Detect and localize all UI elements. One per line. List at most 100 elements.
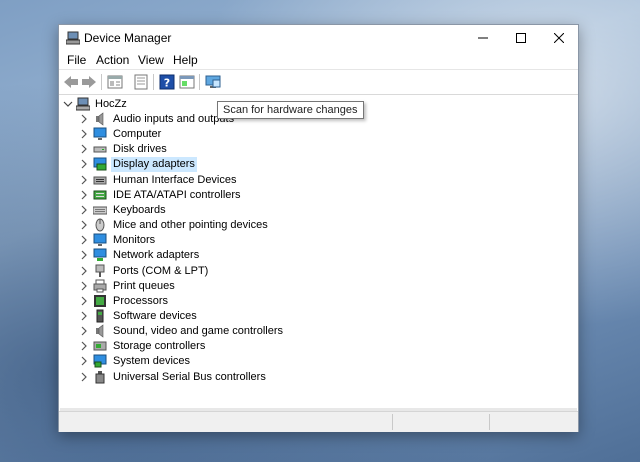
- chevron-right-icon[interactable]: [79, 175, 89, 185]
- tree-item-label: Processors: [113, 294, 169, 307]
- system-device-icon: [93, 354, 107, 368]
- software-device-icon: [96, 309, 104, 323]
- speaker-icon: [96, 112, 104, 126]
- tree-item-label: Network adapters: [113, 249, 200, 262]
- status-bar: [59, 411, 578, 432]
- toolbar: ?: [59, 69, 578, 95]
- tree-item[interactable]: IDE ATA/ATAPI controllers: [79, 188, 339, 203]
- monitor-icon: [93, 233, 107, 247]
- monitor-icon: [93, 127, 107, 141]
- back-arrow-icon[interactable]: [63, 74, 79, 90]
- tree-item-label: Monitors: [113, 234, 156, 247]
- tree-item[interactable]: Processors: [79, 294, 339, 309]
- forward-arrow-icon[interactable]: [81, 74, 97, 90]
- maximize-icon: [516, 33, 526, 43]
- processor-icon: [94, 294, 106, 307]
- maximize-button[interactable]: [502, 25, 540, 51]
- chevron-right-icon[interactable]: [79, 220, 89, 230]
- keyboard-icon: [93, 206, 107, 215]
- chevron-right-icon[interactable]: [79, 372, 89, 382]
- tree-item[interactable]: Computer: [79, 127, 339, 142]
- tree-item-label: Keyboards: [113, 203, 166, 216]
- menu-view[interactable]: View: [138, 53, 164, 67]
- chevron-right-icon[interactable]: [79, 356, 89, 366]
- hid-icon: [93, 176, 107, 185]
- tree-item[interactable]: Disk drives: [79, 142, 339, 157]
- close-button[interactable]: [540, 25, 578, 51]
- chevron-right-icon[interactable]: [79, 205, 89, 215]
- chevron-right-icon[interactable]: [79, 129, 89, 139]
- chevron-right-icon[interactable]: [79, 341, 89, 351]
- tree-item[interactable]: Human Interface Devices: [79, 173, 339, 188]
- tree-item[interactable]: Monitors: [79, 233, 339, 248]
- root-label: HocZz: [95, 98, 127, 110]
- tree-item[interactable]: Mice and other pointing devices: [79, 218, 339, 233]
- chevron-right-icon[interactable]: [79, 235, 89, 245]
- device-manager-window: Device Manager File Action View Help ? H…: [58, 24, 579, 432]
- port-icon: [95, 264, 105, 277]
- menu-file[interactable]: File: [67, 53, 86, 67]
- properties-icon[interactable]: [107, 74, 123, 90]
- close-icon: [554, 33, 564, 43]
- chevron-right-icon[interactable]: [79, 250, 89, 260]
- status-divider: [489, 414, 490, 430]
- chevron-right-icon[interactable]: [79, 311, 89, 321]
- tree-item[interactable]: Ports (COM & LPT): [79, 264, 339, 279]
- ide-controller-icon: [93, 190, 107, 200]
- minimize-icon: [478, 37, 488, 39]
- svg-text:?: ?: [164, 77, 170, 90]
- menu-action[interactable]: Action: [96, 53, 129, 67]
- chevron-right-icon[interactable]: [79, 159, 89, 169]
- tree-item[interactable]: Sound, video and game controllers: [79, 324, 339, 339]
- tree-item-label: Disk drives: [113, 143, 167, 156]
- menu-bar: File Action View Help: [59, 51, 578, 69]
- chevron-right-icon[interactable]: [79, 114, 89, 124]
- computer-root-icon: [76, 97, 90, 111]
- title-bar[interactable]: Device Manager: [59, 25, 578, 51]
- tree-item-label: Sound, video and game controllers: [113, 325, 283, 338]
- tree-item-label: Computer: [113, 128, 162, 141]
- help-icon[interactable]: ?: [159, 74, 175, 90]
- status-divider: [392, 414, 393, 430]
- chevron-down-icon[interactable]: [63, 99, 73, 109]
- printer-icon: [93, 279, 107, 293]
- speaker-icon: [96, 324, 104, 338]
- network-adapter-icon: [93, 248, 107, 262]
- tree-item-label: Universal Serial Bus controllers: [113, 370, 266, 383]
- chevron-right-icon[interactable]: [79, 190, 89, 200]
- display-adapter-icon: [93, 157, 107, 171]
- chevron-right-icon[interactable]: [79, 281, 89, 291]
- tree-item-label: System devices: [113, 355, 191, 368]
- tree-item-label: IDE ATA/ATAPI controllers: [113, 188, 241, 201]
- window-title: Device Manager: [84, 31, 172, 45]
- tree-item[interactable]: System devices: [79, 354, 339, 369]
- chevron-right-icon[interactable]: [79, 266, 89, 276]
- tree-item[interactable]: Storage controllers: [79, 339, 339, 354]
- minimize-button[interactable]: [464, 25, 502, 51]
- show-hidden-icon[interactable]: [179, 74, 195, 90]
- scan-hardware-icon[interactable]: [205, 74, 221, 90]
- device-manager-icon: [66, 31, 80, 45]
- menu-help[interactable]: Help: [173, 53, 198, 67]
- storage-controller-icon: [93, 341, 107, 351]
- chevron-right-icon[interactable]: [79, 296, 89, 306]
- chevron-right-icon[interactable]: [79, 144, 89, 154]
- tree-item[interactable]: Keyboards: [79, 203, 339, 218]
- tree-item-label: Audio inputs and outputs: [113, 113, 235, 125]
- tree-item[interactable]: Universal Serial Bus controllers: [79, 370, 339, 385]
- mouse-icon: [95, 218, 105, 232]
- tree-item[interactable]: Display adapters: [79, 157, 339, 173]
- tree-item-label: Display adapters: [111, 157, 197, 173]
- tree-item[interactable]: Software devices: [79, 309, 339, 324]
- tree-item[interactable]: Print queues: [79, 279, 339, 294]
- tree-item-label: Software devices: [113, 309, 197, 322]
- tree-item-label: Human Interface Devices: [113, 173, 237, 186]
- usb-icon: [95, 370, 105, 384]
- toolbar-separator: [101, 74, 102, 90]
- chevron-right-icon[interactable]: [79, 326, 89, 336]
- tree-item-label: Storage controllers: [113, 340, 206, 353]
- update-driver-icon[interactable]: [133, 74, 149, 90]
- disk-drive-icon: [93, 146, 107, 153]
- scan-hardware-tooltip: Scan for hardware changes: [217, 101, 364, 119]
- tree-item[interactable]: Network adapters: [79, 248, 339, 263]
